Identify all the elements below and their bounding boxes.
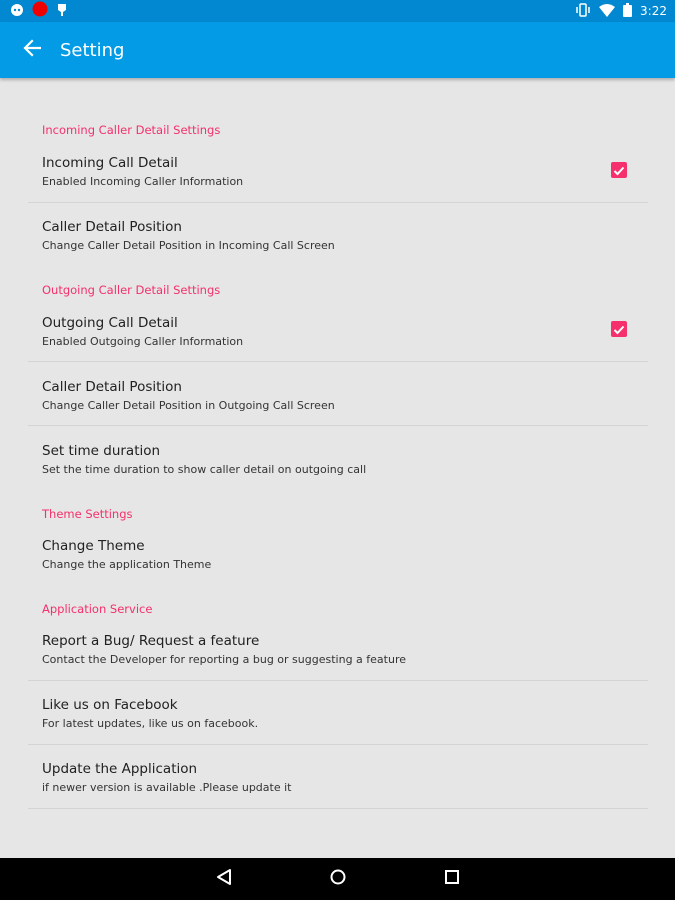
nav-back-button[interactable] (212, 867, 236, 891)
pref-title: Change Theme (42, 538, 145, 554)
pref-summary: Set the time duration to show caller det… (42, 463, 367, 476)
pref-change-theme[interactable]: Change Theme Change the application Them… (28, 538, 648, 571)
pref-title: Set time duration (42, 443, 161, 459)
home-icon (329, 868, 347, 890)
divider (28, 744, 648, 745)
divider (28, 202, 648, 203)
status-right-icons: 3:22 (575, 2, 667, 21)
section-header-application-service: Application Service (42, 602, 153, 616)
pref-title: Report a Bug/ Request a feature (42, 633, 260, 649)
pref-title: Update the Application (42, 761, 198, 777)
nav-recents-button[interactable] (440, 867, 464, 891)
divider (28, 425, 648, 426)
pref-summary: Enabled Incoming Caller Information (42, 175, 244, 188)
tip-icon (56, 2, 68, 21)
battery-icon (623, 2, 633, 21)
nav-home-button[interactable] (326, 867, 350, 891)
arrow-left-icon (23, 39, 42, 61)
wifi-icon (599, 2, 616, 21)
pref-incoming-caller-detail-position[interactable]: Caller Detail Position Change Caller Det… (28, 219, 648, 252)
section-header-theme: Theme Settings (42, 507, 133, 521)
pref-outgoing-call-detail[interactable]: Outgoing Call Detail Enabled Outgoing Ca… (28, 315, 648, 348)
status-left-icons (10, 1, 68, 21)
chat-icon (10, 2, 24, 21)
status-bar: 3:22 (0, 0, 675, 22)
outgoing-call-detail-checkbox[interactable] (611, 321, 627, 337)
pref-title: Incoming Call Detail (42, 155, 178, 171)
pref-title: Caller Detail Position (42, 219, 182, 235)
app-bar: Setting (0, 22, 675, 78)
checkmark-icon (613, 161, 625, 180)
record-icon (32, 1, 48, 21)
pref-title: Like us on Facebook (42, 697, 178, 713)
section-header-outgoing: Outgoing Caller Detail Settings (42, 283, 221, 297)
pref-report-bug[interactable]: Report a Bug/ Request a feature Contact … (28, 633, 648, 666)
recents-icon (444, 869, 460, 889)
divider (28, 361, 648, 362)
page-title: Setting (60, 39, 125, 61)
pref-summary: if newer version is available .Please up… (42, 781, 292, 794)
pref-summary: Contact the Developer for reporting a bu… (42, 653, 406, 666)
pref-like-facebook[interactable]: Like us on Facebook For latest updates, … (28, 697, 648, 730)
checkmark-icon (613, 320, 625, 339)
divider (28, 680, 648, 681)
pref-summary: Change Caller Detail Position in Outgoin… (42, 399, 335, 412)
pref-outgoing-caller-detail-position[interactable]: Caller Detail Position Change Caller Det… (28, 379, 648, 412)
pref-title: Caller Detail Position (42, 379, 182, 395)
pref-set-time-duration[interactable]: Set time duration Set the time duration … (28, 443, 648, 476)
back-button[interactable] (0, 22, 64, 78)
incoming-call-detail-checkbox[interactable] (611, 162, 627, 178)
divider (28, 808, 648, 809)
status-time: 3:22 (640, 4, 667, 18)
pref-summary: Enabled Outgoing Caller Information (42, 335, 244, 348)
pref-title: Outgoing Call Detail (42, 315, 178, 331)
pref-incoming-call-detail[interactable]: Incoming Call Detail Enabled Incoming Ca… (28, 155, 648, 188)
pref-summary: Change Caller Detail Position in Incomin… (42, 239, 335, 252)
vibrate-icon (575, 2, 591, 21)
pref-summary: Change the application Theme (42, 558, 212, 571)
back-icon (215, 868, 233, 890)
navigation-bar (0, 858, 675, 900)
section-header-incoming: Incoming Caller Detail Settings (42, 123, 221, 137)
pref-summary: For latest updates, like us on facebook. (42, 717, 259, 730)
pref-update-application[interactable]: Update the Application if newer version … (28, 761, 648, 794)
